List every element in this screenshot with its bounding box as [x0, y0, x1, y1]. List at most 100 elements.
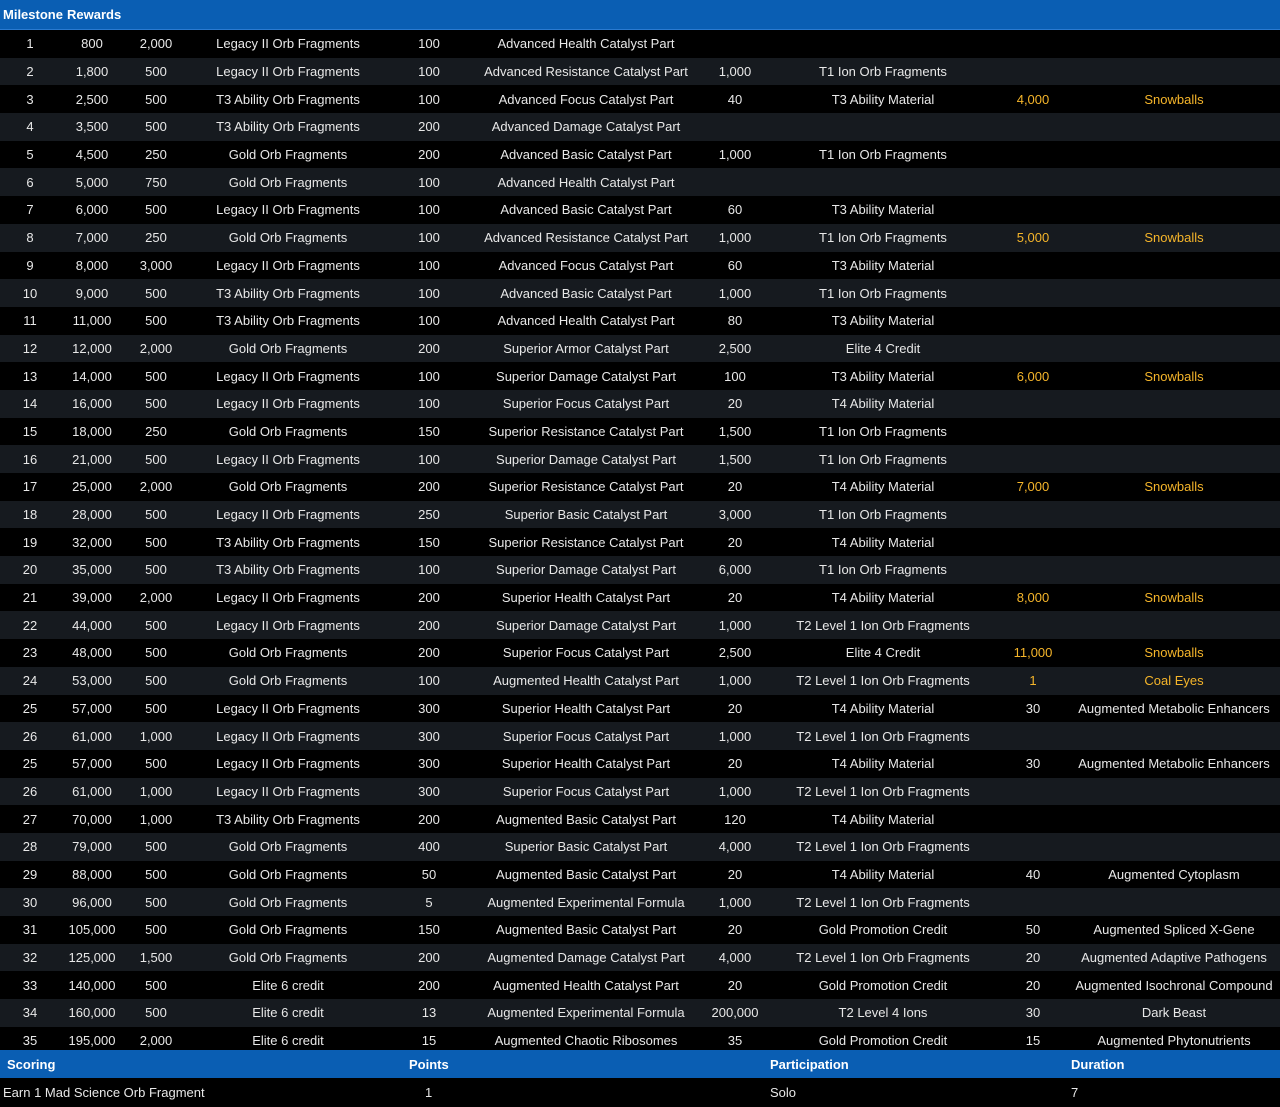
reward-item-1: Gold Orb Fragments: [228, 230, 348, 246]
reward-qty-2: 100: [418, 174, 440, 190]
milestone-number: 10: [22, 285, 38, 301]
milestone-number: 26: [22, 783, 38, 799]
reward-qty-3: 1,000: [718, 728, 752, 744]
table-row: 9 8,000 3,000 Legacy II Orb Fragments 100 Adv…: [0, 251, 1280, 280]
reward-qty-1: 500: [145, 202, 167, 218]
reward-item-1: Legacy II Orb Fragments: [216, 36, 360, 52]
milestone-number: 31: [22, 922, 38, 938]
duration-col-header: Duration: [1071, 1056, 1125, 1072]
milestone-points: 39,000: [72, 590, 112, 606]
reward-qty-3: 6,000: [718, 562, 752, 578]
milestone-points: 70,000: [72, 811, 112, 827]
reward-item-2: Advanced Focus Catalyst Part: [498, 257, 674, 273]
reward-qty-1: 500: [145, 839, 167, 855]
reward-qty-4: 5,000: [1016, 230, 1050, 246]
milestone-points: 61,000: [72, 783, 112, 799]
reward-qty-4: 1: [1029, 673, 1037, 689]
milestone-points: 6,000: [75, 202, 109, 218]
reward-qty-3: 60: [727, 257, 743, 273]
reward-item-1: Gold Orb Fragments: [228, 922, 348, 938]
scoring-duration: 7: [1071, 1085, 1079, 1100]
table-row: 22 44,000 500 Legacy II Orb Fragments 200 Sup…: [0, 611, 1280, 640]
reward-item-2: Superior Health Catalyst Part: [501, 756, 671, 772]
reward-qty-3: 20: [727, 756, 743, 772]
milestone-points: 18,000: [72, 423, 112, 439]
reward-item-3: T2 Level 1 Ion Orb Fragments: [796, 673, 970, 689]
milestone-points: 8,000: [75, 257, 109, 273]
table-row: 5 4,500 250 Gold Orb Fragments 200 Advanced B…: [0, 140, 1280, 169]
reward-qty-1: 1,000: [139, 811, 173, 827]
reward-qty-4: 30: [1025, 756, 1041, 772]
reward-qty-2: 200: [418, 977, 440, 993]
reward-item-2: Augmented Experimental Formula: [487, 1005, 685, 1021]
milestone-number: 17: [22, 479, 38, 495]
reward-qty-2: 200: [418, 950, 440, 966]
reward-qty-1: 500: [145, 700, 167, 716]
reward-item-1: T3 Ability Orb Fragments: [216, 534, 360, 550]
reward-qty-1: 500: [145, 64, 167, 80]
reward-item-3: T2 Level 1 Ion Orb Fragments: [796, 950, 970, 966]
reward-qty-2: 100: [418, 673, 440, 689]
reward-item-4: Coal Eyes: [1144, 673, 1204, 689]
reward-qty-4: 4,000: [1016, 91, 1050, 107]
milestone-points: 125,000: [68, 950, 116, 966]
milestone-points: 800: [81, 36, 103, 52]
milestone-points: 195,000: [68, 1033, 116, 1049]
table-row: 29 88,000 500 Gold Orb Fragments 50 Augmented…: [0, 860, 1280, 889]
milestone-number: 15: [22, 423, 38, 439]
table-row: 13 14,000 500 Legacy II Orb Fragments 100 Sup…: [0, 362, 1280, 390]
reward-item-1: Legacy II Orb Fragments: [216, 700, 360, 716]
reward-qty-3: 20: [727, 479, 743, 495]
reward-item-1: T3 Ability Orb Fragments: [216, 119, 360, 135]
reward-qty-4: 50: [1025, 922, 1041, 938]
reward-item-2: Superior Resistance Catalyst Part: [488, 479, 684, 495]
reward-qty-4: 20: [1025, 950, 1041, 966]
table-row: 33 140,000 500 Elite 6 credit 200 Augmented H…: [0, 971, 1280, 1000]
reward-item-3: T1 Ion Orb Fragments: [819, 285, 947, 301]
milestone-header: Milestone: [3, 7, 63, 22]
milestone-number: 20: [22, 562, 38, 578]
table-row: 28 79,000 500 Gold Orb Fragments 400 Superior…: [0, 832, 1280, 861]
reward-qty-3: 4,000: [718, 950, 752, 966]
milestone-points: 9,000: [75, 285, 109, 301]
reward-item-1: Gold Orb Fragments: [228, 839, 348, 855]
reward-item-4: Snowballs: [1144, 645, 1204, 661]
table-row: 15 18,000 250 Gold Orb Fragments 150 Superior…: [0, 417, 1280, 446]
milestone-number: 30: [22, 894, 38, 910]
reward-qty-2: 50: [421, 866, 437, 882]
milestone-number: 26: [22, 728, 38, 744]
reward-item-2: Advanced Resistance Catalyst Part: [484, 64, 688, 80]
reward-item-2: Advanced Health Catalyst Part: [497, 313, 675, 329]
reward-item-2: Advanced Focus Catalyst Part: [498, 91, 674, 107]
reward-qty-3: 20: [727, 977, 743, 993]
reward-item-1: Gold Orb Fragments: [228, 340, 348, 356]
reward-qty-1: 250: [145, 147, 167, 163]
milestone-points: 48,000: [72, 645, 112, 661]
milestone-number: 3: [26, 91, 34, 107]
reward-item-1: Elite 6 credit: [252, 977, 324, 993]
reward-qty-2: 150: [418, 534, 440, 550]
milestone-points: 88,000: [72, 866, 112, 882]
reward-item-4: Augmented Adaptive Pathogens: [1081, 950, 1267, 966]
table-row: 4 3,500 500 T3 Ability Orb Fragments 200 Adva…: [0, 113, 1280, 141]
reward-item-2: Advanced Basic Catalyst Part: [500, 147, 672, 163]
reward-qty-2: 200: [418, 340, 440, 356]
reward-item-2: Augmented Chaotic Ribosomes: [494, 1033, 678, 1049]
milestone-rewards-page: Milestone Rewards 1 800 2,000 Legacy II Orb…: [0, 0, 1280, 1107]
reward-item-2: Superior Focus Catalyst Part: [502, 783, 670, 799]
reward-item-3: Elite 4 Credit: [845, 645, 921, 661]
milestone-number: 16: [22, 451, 38, 467]
table-row: 31 105,000 500 Gold Orb Fragments 150 Augment…: [0, 916, 1280, 944]
reward-qty-1: 500: [145, 645, 167, 661]
reward-item-3: T2 Level 4 Ions: [838, 1005, 928, 1021]
reward-item-1: Legacy II Orb Fragments: [216, 783, 360, 799]
reward-qty-1: 750: [145, 174, 167, 190]
rewards-header: Rewards: [67, 7, 122, 22]
reward-item-2: Superior Damage Catalyst Part: [496, 451, 676, 467]
reward-qty-1: 2,000: [139, 36, 173, 52]
reward-qty-1: 500: [145, 866, 167, 882]
reward-item-2: Superior Resistance Catalyst Part: [488, 534, 684, 550]
reward-item-4: Dark Beast: [1141, 1005, 1207, 1021]
reward-item-3: T4 Ability Material: [831, 756, 935, 772]
reward-qty-3: 1,000: [718, 673, 752, 689]
